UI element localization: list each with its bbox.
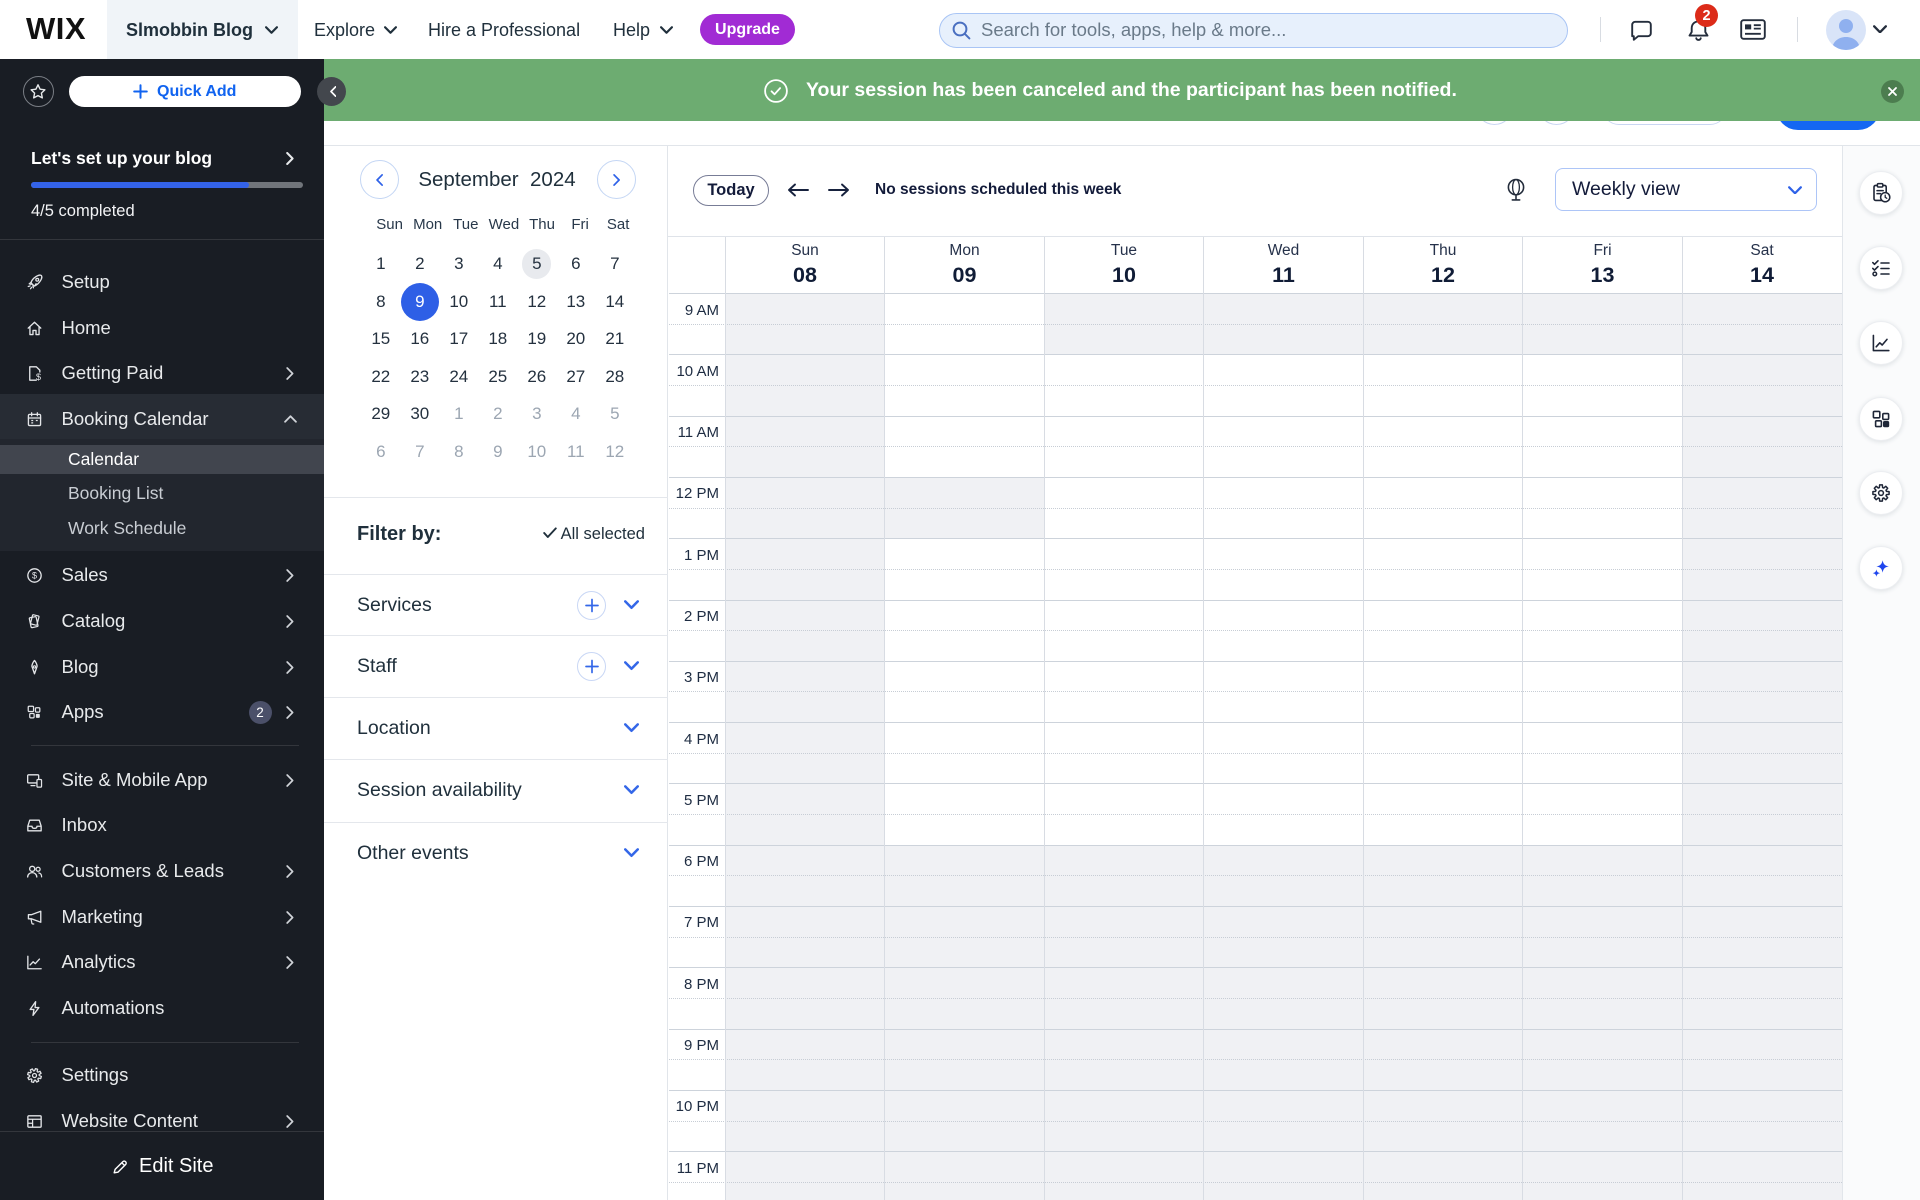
svg-text:$: $ (35, 371, 40, 381)
svg-text:$: $ (31, 570, 36, 580)
